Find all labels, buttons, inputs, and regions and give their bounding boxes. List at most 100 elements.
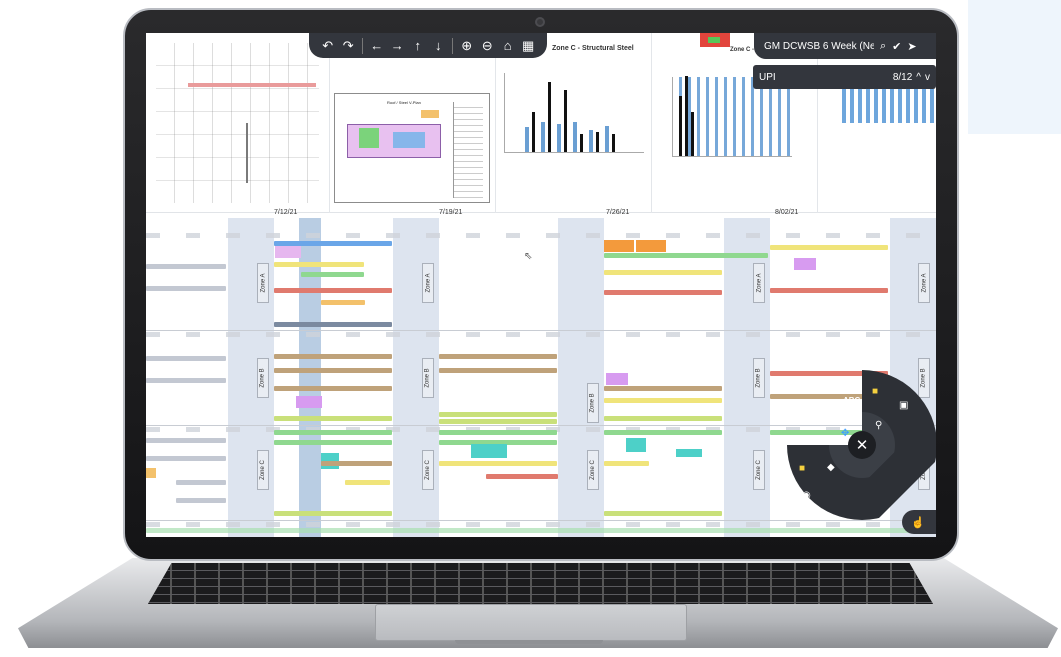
chevron-down-icon[interactable]: v bbox=[925, 72, 930, 83]
camera bbox=[535, 17, 545, 27]
task-bar[interactable] bbox=[274, 354, 392, 359]
expand-icon[interactable]: ✥ bbox=[841, 428, 849, 439]
task-bar[interactable] bbox=[604, 511, 722, 516]
thumbnail-steel-plan[interactable]: Roof / Steel V-Plan bbox=[330, 33, 496, 213]
layers-icon[interactable]: ◆ bbox=[827, 462, 835, 473]
sticky-note[interactable] bbox=[146, 468, 156, 478]
laptop-lip bbox=[455, 640, 603, 644]
zone-label: Zone B bbox=[422, 358, 434, 398]
task-bar[interactable] bbox=[274, 511, 392, 516]
zoom-in-icon[interactable]: ⊕ bbox=[460, 39, 474, 52]
task-bar[interactable] bbox=[146, 378, 226, 383]
task-bar[interactable] bbox=[604, 430, 722, 435]
share-icon[interactable]: ➤ bbox=[907, 40, 916, 53]
grid-icon[interactable]: ▦ bbox=[521, 39, 535, 52]
zoom-out-icon[interactable]: ⊖ bbox=[480, 39, 494, 52]
task-bar[interactable] bbox=[146, 438, 226, 443]
page: Roof / Steel V-Plan Zone C - Structural … bbox=[0, 0, 1061, 657]
task-bar[interactable] bbox=[439, 354, 557, 359]
sticky-note[interactable] bbox=[604, 240, 634, 252]
task-bar[interactable] bbox=[604, 290, 722, 295]
task-bar[interactable] bbox=[274, 368, 392, 373]
zone-label: Zone C bbox=[422, 450, 434, 490]
task-bar[interactable] bbox=[274, 416, 392, 421]
palette-icon[interactable]: ◉ bbox=[802, 490, 811, 501]
chevron-up-icon[interactable]: ^ bbox=[916, 72, 921, 83]
thumbnail-zone-c-schedule[interactable]: Zone C - St bbox=[652, 33, 818, 213]
task-bar[interactable] bbox=[439, 412, 557, 417]
floor-plan-drawing bbox=[156, 43, 319, 203]
task-bar[interactable] bbox=[604, 253, 768, 258]
sticky-note[interactable] bbox=[676, 449, 702, 457]
sticky-note-icon[interactable]: ■ bbox=[799, 463, 805, 474]
home-icon[interactable]: ⌂ bbox=[501, 39, 515, 52]
arrow-left-icon[interactable]: ← bbox=[370, 39, 384, 52]
redo-icon[interactable]: ↷ bbox=[342, 39, 356, 52]
task-bar[interactable] bbox=[604, 270, 722, 275]
arrow-down-icon[interactable]: ↓ bbox=[431, 39, 445, 52]
arrow-right-icon[interactable]: → bbox=[390, 39, 404, 52]
background-panel bbox=[968, 0, 1061, 134]
sticky-note[interactable] bbox=[471, 444, 507, 458]
sticky-note[interactable] bbox=[794, 258, 816, 270]
task-bar[interactable] bbox=[439, 419, 557, 424]
sticky-note[interactable] bbox=[275, 246, 301, 258]
task-bar[interactable] bbox=[274, 430, 392, 435]
task-bar[interactable] bbox=[146, 456, 226, 461]
arrow-up-icon[interactable]: ↑ bbox=[411, 39, 425, 52]
search-input[interactable]: UPI bbox=[759, 72, 889, 83]
task-bar[interactable] bbox=[176, 498, 226, 503]
date-label: 7/19/21 bbox=[439, 209, 463, 216]
touch-mode-button[interactable]: ☝ bbox=[902, 510, 936, 534]
search-bar[interactable]: UPI 8/12 ^ v bbox=[753, 65, 936, 89]
task-bar[interactable] bbox=[321, 461, 392, 466]
radial-menu[interactable]: ABC ■ ▣ ⚲ ✥ ✎ ■ ◆ ◉ ✕ bbox=[787, 370, 936, 520]
task-bar[interactable] bbox=[146, 528, 936, 533]
search-icon[interactable]: ⚲ bbox=[875, 420, 882, 431]
text-tool-button[interactable]: ABC bbox=[843, 396, 860, 405]
image-icon[interactable]: ▣ bbox=[899, 400, 908, 411]
task-bar[interactable] bbox=[274, 440, 392, 445]
task-bar[interactable] bbox=[274, 288, 392, 293]
thumbnail-bar-chart[interactable] bbox=[818, 33, 936, 213]
task-bar[interactable] bbox=[770, 245, 888, 250]
date-label: 8/02/21 bbox=[775, 209, 799, 216]
task-bar[interactable] bbox=[770, 288, 888, 293]
task-bar[interactable] bbox=[439, 430, 557, 435]
task-bar[interactable] bbox=[146, 264, 226, 269]
zone-label: Zone B bbox=[587, 383, 599, 423]
undo-icon[interactable]: ↶ bbox=[321, 39, 335, 52]
task-bar[interactable] bbox=[604, 398, 722, 403]
thumbnail-floor-plan[interactable] bbox=[146, 33, 330, 213]
task-bar[interactable] bbox=[176, 480, 226, 485]
task-bar[interactable] bbox=[486, 474, 558, 479]
task-bar[interactable] bbox=[604, 386, 722, 391]
zone-divider bbox=[146, 520, 936, 521]
check-circle-icon[interactable]: ✔ bbox=[892, 40, 901, 53]
task-bar[interactable] bbox=[274, 322, 392, 327]
title-block bbox=[453, 102, 483, 198]
page-search-icon[interactable]: ⌕ bbox=[880, 40, 886, 53]
task-bar[interactable] bbox=[146, 286, 226, 291]
document-title[interactable]: GM DCWSB 6 Week (Ne... bbox=[764, 41, 874, 52]
task-bar[interactable] bbox=[301, 272, 364, 277]
task-bar[interactable] bbox=[604, 416, 722, 421]
close-menu-button[interactable]: ✕ bbox=[848, 431, 876, 459]
task-bar[interactable] bbox=[274, 386, 392, 391]
sticky-note[interactable] bbox=[296, 396, 322, 408]
task-bar[interactable] bbox=[345, 480, 390, 485]
task-bar[interactable] bbox=[604, 461, 649, 466]
task-bar[interactable] bbox=[439, 368, 557, 373]
task-bar[interactable] bbox=[321, 300, 365, 305]
task-bar[interactable] bbox=[439, 461, 557, 466]
folder-icon[interactable]: ■ bbox=[872, 386, 878, 397]
thumbnail-zone-c-chart[interactable]: Zone C - Structural Steel bbox=[496, 33, 652, 213]
zone-label: Zone A bbox=[422, 263, 434, 303]
sticky-note[interactable] bbox=[606, 373, 628, 385]
task-bar[interactable] bbox=[274, 262, 364, 267]
task-bar[interactable] bbox=[146, 356, 226, 361]
sticky-note[interactable] bbox=[626, 438, 646, 452]
sticky-note[interactable] bbox=[636, 240, 666, 252]
plan-line bbox=[246, 123, 248, 183]
pen-icon[interactable]: ✎ bbox=[821, 408, 829, 419]
